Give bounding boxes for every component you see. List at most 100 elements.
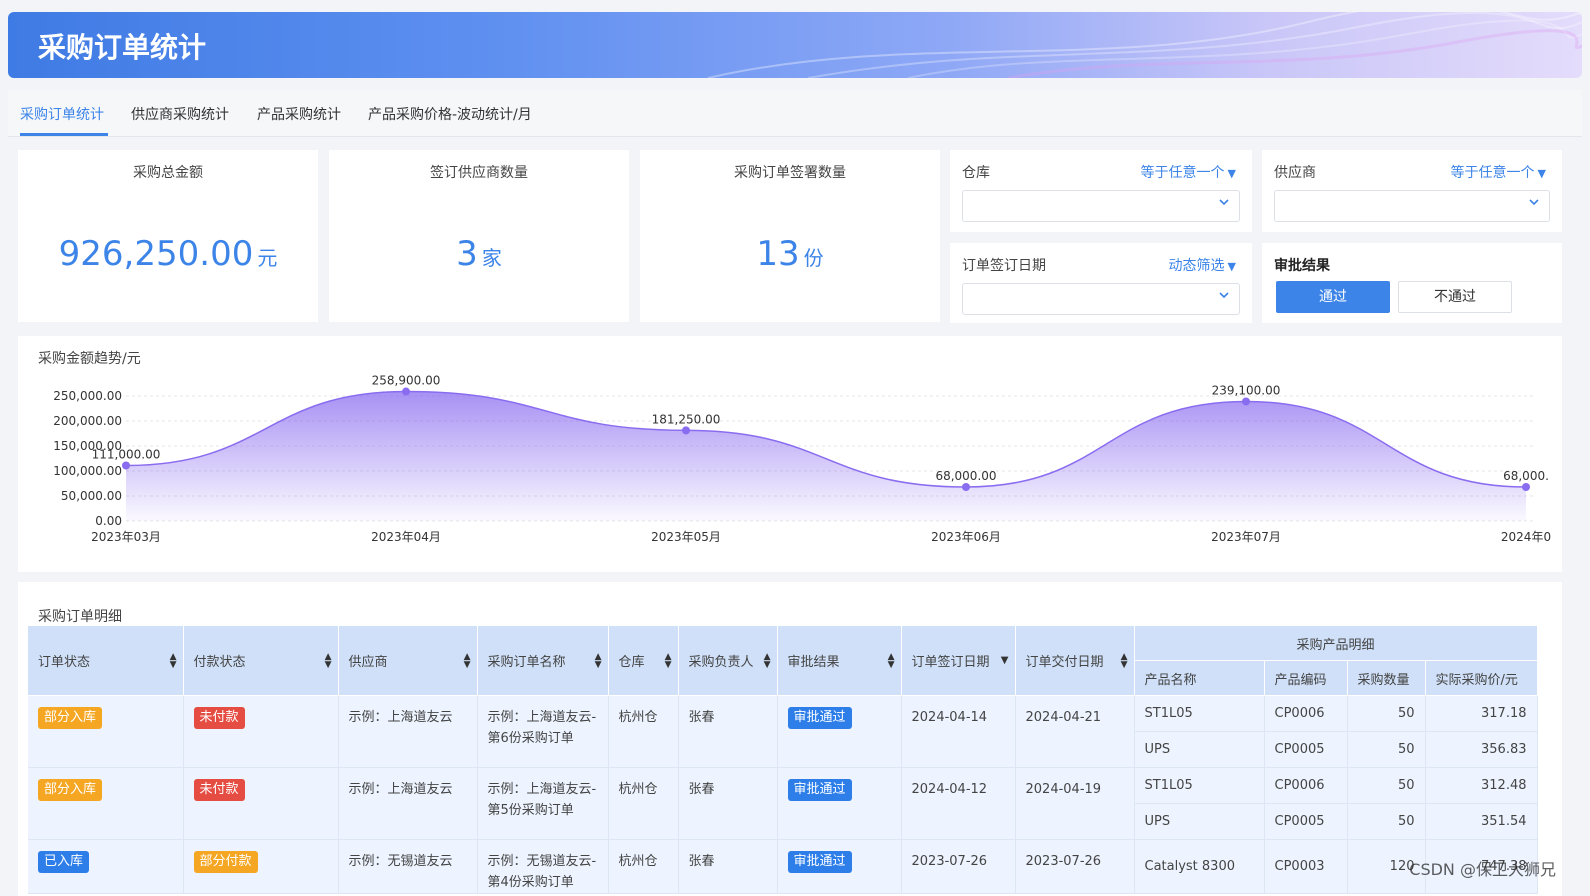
watermark: CSDN @保卫大狮兄 bbox=[1409, 860, 1556, 879]
sub-column-header[interactable]: 采购数量 bbox=[1347, 660, 1426, 696]
item-product-cell: UPS bbox=[1134, 803, 1265, 840]
data-label: 68,000.00 bbox=[935, 469, 996, 483]
sign-date-cell: 2023-07-26 bbox=[901, 839, 1016, 894]
column-header[interactable]: 采购负责人 ▲ ▼ bbox=[678, 626, 778, 696]
pay-status-badge: 未付款 bbox=[183, 767, 339, 840]
item-price-cell: 356.83 bbox=[1425, 731, 1538, 768]
data-label: 258,900.00 bbox=[372, 374, 441, 388]
y-tick-label: 250,000.00 bbox=[53, 389, 122, 403]
data-label: 68,000. bbox=[1503, 469, 1549, 483]
tab-price-fluctuation[interactable]: 产品采购价格-波动统计/月 bbox=[368, 104, 532, 124]
column-header[interactable]: 采购订单名称 ▲ ▼ bbox=[477, 626, 609, 696]
filter-approval: 审批结果 通过 不通过 bbox=[1262, 243, 1562, 323]
supplier-cell: 示例：上海道友云 bbox=[338, 695, 478, 768]
page-title: 采购订单统计 bbox=[38, 31, 207, 64]
order-status-badge: 部分入库 bbox=[28, 695, 184, 768]
table-row[interactable]: 部分入库 未付款 示例：上海道友云 示例：上海道友云-第5份采购订单 杭州仓 张春 审批通过… bbox=[28, 767, 1538, 840]
order-status-badge-tag: 部分入库 bbox=[38, 779, 103, 801]
filter-label: 订单签订日期 bbox=[962, 258, 1046, 274]
item-qty-cell: 50 bbox=[1347, 695, 1426, 732]
tab-purchase-order-stats[interactable]: 采购订单统计 bbox=[20, 104, 104, 124]
x-tick-label: 2023年03月 bbox=[91, 530, 161, 544]
pay-status-badge-tag: 部分付款 bbox=[193, 851, 258, 873]
filter-sign-date: 订单签订日期 动态筛选 ▼ bbox=[950, 243, 1252, 323]
item-product-cell: Catalyst 8300 bbox=[1134, 839, 1265, 894]
sort-icon: ▲ ▼ bbox=[1120, 651, 1128, 670]
active-tab-indicator bbox=[20, 133, 108, 136]
item-price-cell: 317.18 bbox=[1425, 695, 1538, 732]
supplier-select[interactable] bbox=[1274, 190, 1550, 222]
approval-pass-button[interactable]: 通过 bbox=[1276, 281, 1390, 313]
kpi-total-amount: 采购总金额 926,250.00 元 bbox=[18, 150, 318, 322]
pay-status-badge-tag: 未付款 bbox=[193, 779, 245, 801]
kpi-label: 签订供应商数量 bbox=[430, 165, 528, 181]
item-product-cell: ST1L05 bbox=[1134, 695, 1265, 732]
data-point bbox=[402, 387, 410, 396]
approval-badge: 审批通过 bbox=[777, 695, 902, 768]
y-tick-label: 100,000.00 bbox=[53, 464, 122, 478]
sort-icon: ▲ ▼ bbox=[594, 651, 602, 670]
filter-mode-dropdown[interactable]: 动态筛选 ▼ bbox=[1169, 255, 1236, 275]
owner-cell: 张春 bbox=[678, 767, 778, 840]
order-name-cell: 示例：上海道友云-第6份采购订单 bbox=[477, 695, 609, 768]
tab-supplier-stats[interactable]: 供应商采购统计 bbox=[131, 104, 229, 124]
item-code-cell: CP0003 bbox=[1264, 839, 1348, 894]
y-tick-label: 200,000.00 bbox=[53, 414, 122, 428]
sort-icon: ▲ ▼ bbox=[463, 651, 471, 670]
trend-chart-card: 采购金额趋势/元 250,000.00 200,000.00 150,000.00 1… bbox=[18, 336, 1562, 572]
sub-column-header[interactable]: 产品编码 bbox=[1264, 660, 1348, 696]
kpi-value: 926,250.00 元 bbox=[58, 234, 278, 274]
data-point bbox=[1242, 397, 1250, 406]
item-qty-cell: 50 bbox=[1347, 731, 1426, 768]
column-header[interactable]: 供应商 ▲ ▼ bbox=[338, 626, 478, 696]
column-header[interactable]: 订单状态 ▲ ▼ bbox=[28, 626, 184, 696]
column-header[interactable]: 订单交付日期 ▲ ▼ bbox=[1015, 626, 1135, 696]
filter-mode-dropdown[interactable]: 等于任意一个 ▼ bbox=[1141, 162, 1236, 182]
supplier-cell: 示例：无锡道友云 bbox=[338, 839, 478, 894]
sub-column-header[interactable]: 实际采购价/元 bbox=[1425, 660, 1538, 696]
order-status-badge: 部分入库 bbox=[28, 767, 184, 840]
data-label: 181,250.00 bbox=[652, 412, 721, 426]
filter-label: 仓库 bbox=[962, 165, 990, 181]
sort-icon: ▲ ▼ bbox=[169, 651, 177, 670]
column-header[interactable]: 付款状态 ▲ ▼ bbox=[183, 626, 339, 696]
caret-down-icon: ▼ bbox=[1227, 167, 1236, 180]
item-product-cell: ST1L05 bbox=[1134, 767, 1265, 804]
approval-fail-button[interactable]: 不通过 bbox=[1398, 281, 1512, 313]
page-header-banner: 采购订单统计 bbox=[8, 12, 1582, 78]
owner-cell: 张春 bbox=[678, 839, 778, 894]
tab-product-stats[interactable]: 产品采购统计 bbox=[257, 104, 341, 124]
sort-icon: ▲ ▼ bbox=[887, 651, 895, 670]
warehouse-select[interactable] bbox=[962, 190, 1240, 222]
order-detail-table: 订单状态 ▲ ▼ 付款状态 ▲ ▼ 供应商 ▲ ▼ 采购订单名称 ▲ ▼ 仓库 ▲ ▼ 采购负责人 ▲… bbox=[28, 626, 1538, 894]
chevron-down-icon bbox=[1529, 199, 1539, 206]
column-header[interactable]: 仓库 ▲ ▼ bbox=[608, 626, 679, 696]
filter-mode-dropdown[interactable]: 等于任意一个 ▼ bbox=[1451, 162, 1546, 182]
trend-chart: 250,000.00200,000.00150,000.00100,000.00… bbox=[53, 374, 1551, 544]
item-price-cell: 312.48 bbox=[1425, 767, 1538, 804]
item-code-cell: CP0006 bbox=[1264, 695, 1348, 732]
kpi-value: 13 份 bbox=[756, 234, 824, 274]
column-header[interactable]: 审批结果 ▲ ▼ bbox=[777, 626, 902, 696]
x-tick-label: 2023年04月 bbox=[371, 530, 441, 544]
column-header[interactable]: 订单签订日期 ▼ bbox=[901, 626, 1016, 696]
order-status-badge-tag: 部分入库 bbox=[38, 707, 103, 729]
item-product-cell: UPS bbox=[1134, 731, 1265, 768]
sign-date-cell: 2024-04-14 bbox=[901, 695, 1016, 768]
owner-cell: 张春 bbox=[678, 695, 778, 768]
approval-badge-tag: 审批通过 bbox=[787, 707, 852, 729]
sort-icon: ▲ ▼ bbox=[324, 651, 332, 670]
sub-column-header[interactable]: 产品名称 bbox=[1134, 660, 1265, 696]
x-tick-label: 2024年0 bbox=[1501, 530, 1551, 544]
table-row[interactable]: 部分入库 未付款 示例：上海道友云 示例：上海道友云-第6份采购订单 杭州仓 张春 审批通过… bbox=[28, 695, 1538, 768]
table-row[interactable]: 已入库 部分付款 示例：无锡道友云 示例：无锡道友云-第4份采购订单 杭州仓 张春 审批通过… bbox=[28, 839, 1538, 894]
item-qty-cell: 50 bbox=[1347, 803, 1426, 840]
approval-badge-tag: 审批通过 bbox=[787, 779, 852, 801]
sort-icon: ▲ ▼ bbox=[763, 651, 771, 670]
order-status-badge-tag: 已入库 bbox=[38, 851, 90, 873]
x-tick-label: 2023年05月 bbox=[651, 530, 721, 544]
filter-label: 供应商 bbox=[1274, 165, 1316, 181]
sign-date-select[interactable] bbox=[962, 283, 1240, 315]
sort-desc-icon: ▼ bbox=[1000, 654, 1009, 666]
warehouse-cell: 杭州仓 bbox=[608, 767, 679, 840]
